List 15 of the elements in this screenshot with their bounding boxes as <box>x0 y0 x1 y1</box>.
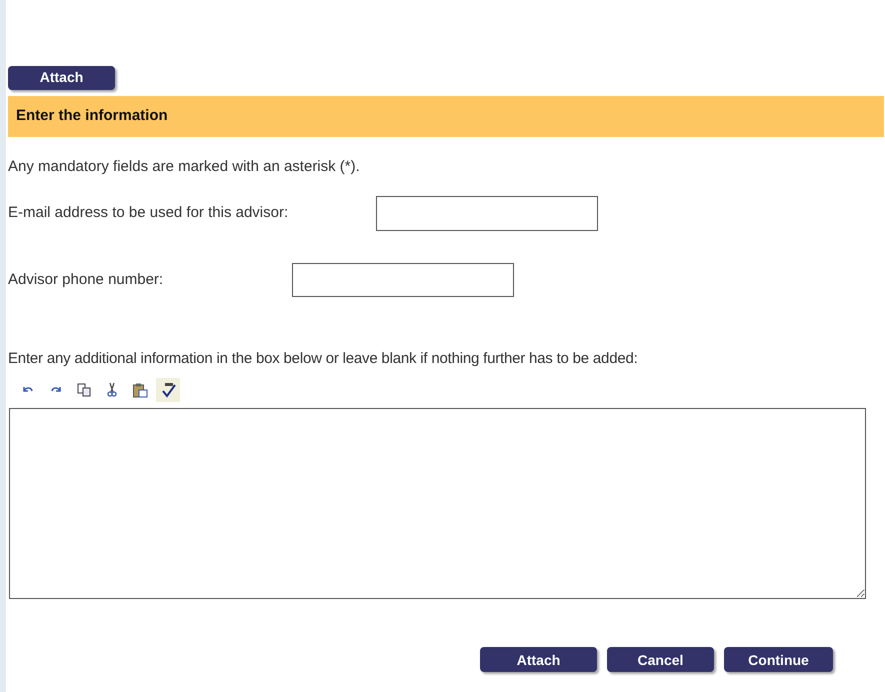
attach-button[interactable]: Attach <box>8 66 115 90</box>
attach-button[interactable]: Attach <box>480 647 597 672</box>
paste-icon <box>132 382 148 398</box>
section-header: Enter the information <box>8 96 884 137</box>
field-label: Advisor phone number: <box>8 270 164 290</box>
continue-button[interactable]: Continue <box>724 647 833 672</box>
notes-label: Enter any additional information in the box below or leave blank if nothing further has to be added: <box>8 350 639 368</box>
mandatory-note: Any mandatory fields are marked with an asterisk (*). <box>8 158 361 176</box>
spellcheck-icon <box>160 382 176 398</box>
email-field[interactable] <box>376 196 598 231</box>
phone-field[interactable] <box>292 263 514 297</box>
copy-icon <box>76 382 92 398</box>
field-label: E-mail address to be used for this advisor: <box>8 203 290 224</box>
cancel-button[interactable]: Cancel <box>607 647 714 672</box>
toolbar-button[interactable] <box>156 378 180 402</box>
